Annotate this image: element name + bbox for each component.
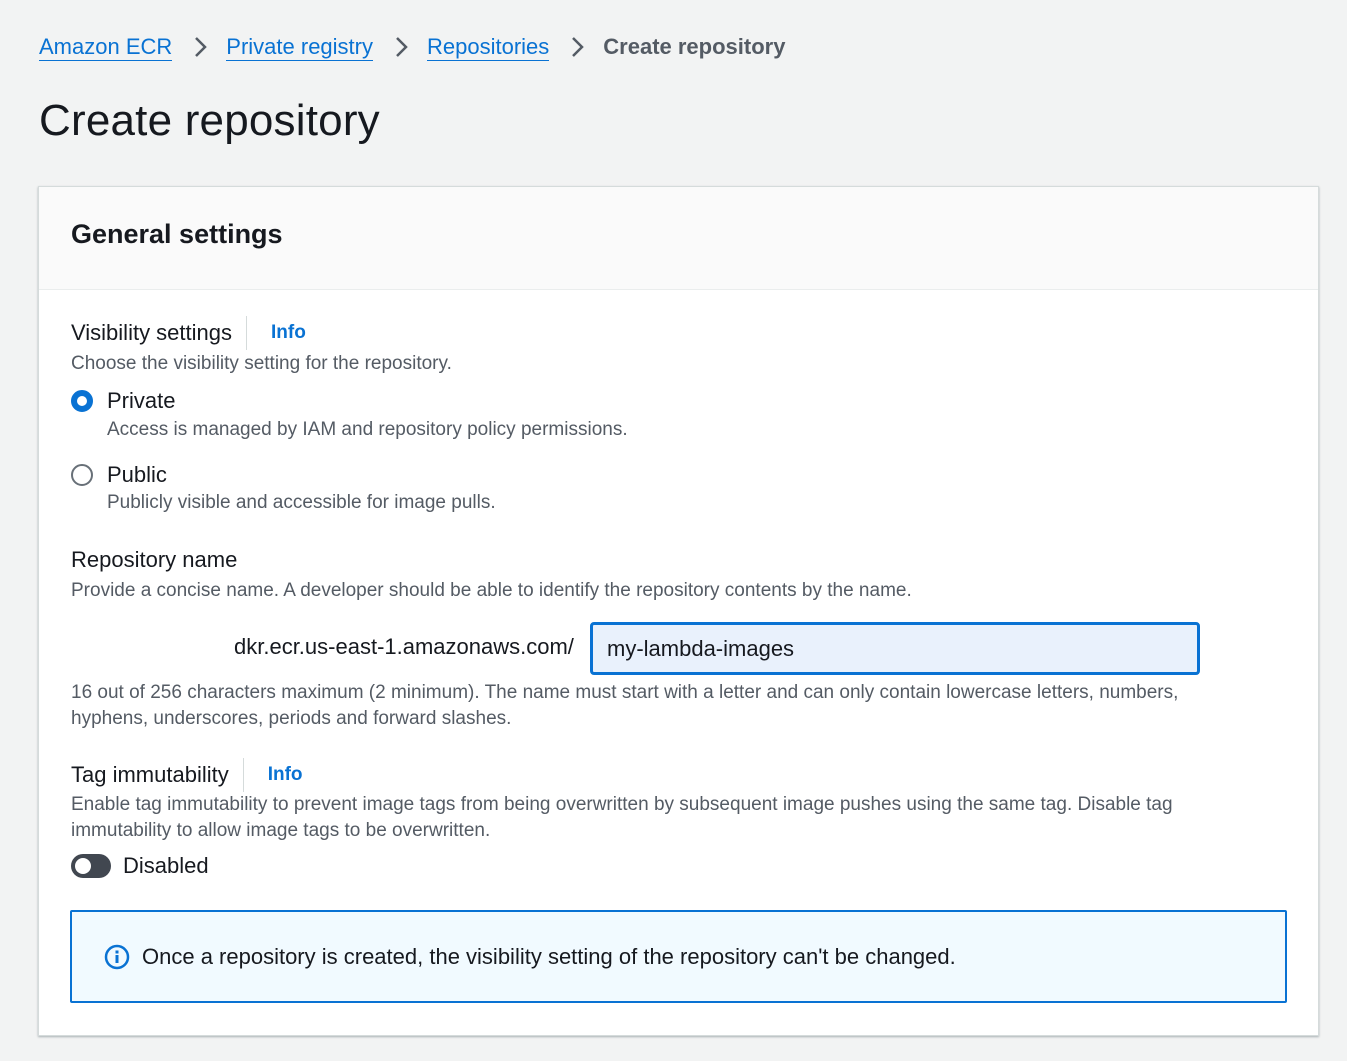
repository-name-label: Repository name: [71, 547, 238, 572]
breadcrumb-link-private-registry[interactable]: Private registry: [226, 34, 373, 61]
tag-immutability-toggle[interactable]: [71, 854, 111, 878]
repository-name-input[interactable]: [590, 622, 1200, 675]
chevron-right-icon: [186, 30, 216, 64]
radio-option-public[interactable]: Public: [71, 462, 167, 488]
radio-public-description: Publicly visible and accessible for imag…: [107, 492, 496, 513]
radio-public-label[interactable]: Public: [107, 462, 167, 488]
visibility-description: Choose the visibility setting for the re…: [71, 353, 452, 374]
repository-name-constraint-line2: hyphens, underscores, periods and forwar…: [71, 708, 512, 729]
panel-header: General settings: [39, 187, 1318, 290]
visibility-label: Visibility settings: [71, 320, 232, 345]
page-title: Create repository: [39, 96, 380, 145]
tag-immutability-info-link[interactable]: Info: [268, 764, 303, 786]
info-circle-icon: [104, 944, 130, 970]
radio-public[interactable]: [71, 464, 93, 486]
tag-immutability-label: Tag immutability: [71, 762, 229, 787]
general-settings-panel: General settings Visibility settings Inf…: [38, 186, 1319, 1036]
repository-name-description: Provide a concise name. A developer shou…: [71, 580, 912, 601]
repository-name-constraint-line1: 16 out of 256 characters maximum (2 mini…: [71, 682, 1179, 703]
alert-text: Once a repository is created, the visibi…: [142, 943, 956, 969]
visibility-label-row: Visibility settings Info: [71, 316, 306, 350]
breadcrumb-link-amazon-ecr[interactable]: Amazon ECR: [39, 34, 173, 61]
radio-private[interactable]: [71, 390, 93, 412]
radio-private-description: Access is managed by IAM and repository …: [107, 419, 628, 440]
toggle-knob: [75, 858, 91, 874]
divider: [242, 758, 244, 792]
tag-immutability-label-row: Tag immutability Info: [71, 758, 303, 792]
divider: [246, 316, 247, 350]
tag-immutability-description-line1: Enable tag immutability to prevent image…: [71, 794, 1173, 815]
tag-immutability-description-line2: immutability to allow image tags to be o…: [71, 820, 491, 841]
radio-private-label[interactable]: Private: [107, 388, 175, 414]
tag-immutability-toggle-row[interactable]: Disabled: [71, 853, 209, 879]
tag-immutability-toggle-label: Disabled: [123, 853, 209, 878]
chevron-right-icon: [387, 30, 417, 64]
breadcrumb-link-repositories[interactable]: Repositories: [427, 34, 550, 61]
repository-name-label-row: Repository name: [71, 543, 237, 577]
panel-title: General settings: [71, 219, 283, 249]
breadcrumb-current: Create repository: [603, 34, 786, 59]
radio-option-private[interactable]: Private: [71, 388, 175, 414]
visibility-info-alert: Once a repository is created, the visibi…: [70, 910, 1287, 1003]
breadcrumb: Amazon ECR Private registry Repositories…: [39, 30, 785, 64]
chevron-right-icon: [563, 30, 593, 64]
repository-uri-prefix: dkr.ecr.us-east-1.amazonaws.com/: [234, 634, 574, 659]
visibility-info-link[interactable]: Info: [271, 322, 306, 344]
